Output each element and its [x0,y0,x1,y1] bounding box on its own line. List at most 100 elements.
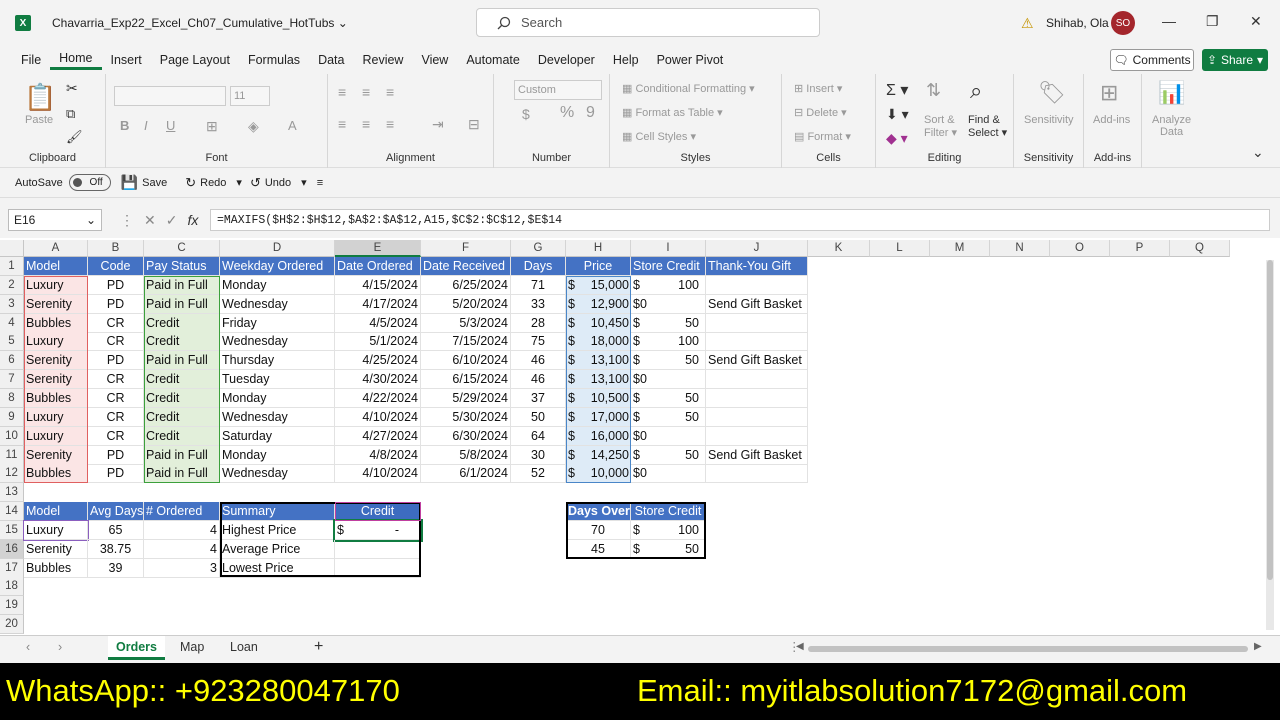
menu-home[interactable]: Home [50,51,102,70]
cell-i1[interactable]: Store Credit [631,257,706,276]
cell-c2[interactable]: Paid in Full [144,275,220,295]
cell-c5[interactable]: Credit [144,332,220,352]
currency-icon[interactable]: $ [522,106,530,122]
column-header-o[interactable]: O [1050,240,1110,257]
row-header-5[interactable]: 5 [0,332,24,352]
row-header-16[interactable]: 16 [0,539,24,559]
cell-j9[interactable] [706,407,808,427]
column-header-d[interactable]: D [220,240,335,257]
cell-d11[interactable]: Monday [220,445,335,465]
minimize-icon[interactable]: — [1162,13,1176,29]
cell-d14[interactable]: Summary [220,502,335,522]
scroll-left-icon[interactable]: ◀ [788,636,812,660]
cell-h16[interactable]: 45 [566,539,631,559]
share-button[interactable]: ⇪ Share ▾ [1202,49,1268,71]
chevron-down-icon[interactable]: ▾ [236,176,242,189]
cell-j7[interactable] [706,370,808,390]
cell-d8[interactable]: Monday [220,388,335,408]
cell-c6[interactable]: Paid in Full [144,351,220,371]
cell-c11[interactable]: Paid in Full [144,445,220,465]
cell-d7[interactable]: Tuesday [220,370,335,390]
column-header-q[interactable]: Q [1170,240,1230,257]
row-header-11[interactable]: 11 [0,445,24,465]
tab-loan[interactable]: Loan [222,636,266,660]
cell-b16[interactable]: 38.75 [88,539,144,559]
cell-g8[interactable]: 37 [511,388,566,408]
column-header-f[interactable]: F [421,240,511,257]
cell-styles-button[interactable]: ▦ Cell Styles ▾ [622,130,696,143]
row-header-13[interactable]: 13 [0,483,24,503]
autosum-icon[interactable]: Σ ▾ [886,80,908,100]
cell-g4[interactable]: 28 [511,313,566,333]
wrap-text-icon[interactable]: ⇥ [432,116,444,133]
chevron-down-icon[interactable]: ▾ [301,176,307,189]
collapse-ribbon-icon[interactable]: ⌄ [1252,144,1264,161]
cell-g3[interactable]: 33 [511,294,566,314]
row-header-1[interactable]: 1 [0,257,24,276]
cell-g5[interactable]: 75 [511,332,566,352]
column-header-e[interactable]: E [335,240,421,257]
cell-e12[interactable]: 4/10/2024 [335,464,421,484]
close-icon[interactable]: ✕ [1250,13,1262,30]
horizontal-scrollbar[interactable] [808,646,1248,652]
cell-a12[interactable]: Bubbles [24,464,88,484]
cell-b5[interactable]: CR [88,332,144,352]
cell-f12[interactable]: 6/1/2024 [421,464,511,484]
cell-d12[interactable]: Wednesday [220,464,335,484]
font-color-icon[interactable]: A [288,118,297,133]
find-icon[interactable]: ⌕ [970,78,982,104]
cell-a3[interactable]: Serenity [24,294,88,314]
align-bottom-icon[interactable]: ≡ [386,84,394,100]
row-header-3[interactable]: 3 [0,294,24,314]
borders-icon[interactable]: ⊞ [206,118,218,135]
cell-c7[interactable]: Credit [144,370,220,390]
warning-icon[interactable]: ⚠ [1021,15,1034,32]
percent-icon[interactable]: % [560,104,574,122]
column-header-b[interactable]: B [88,240,144,257]
menu-help[interactable]: Help [604,53,648,67]
cell-h14[interactable]: Days Over [566,502,631,522]
cell-e7[interactable]: 4/30/2024 [335,370,421,390]
document-title[interactable]: Chavarria_Exp22_Excel_Ch07_Cumulative_Ho… [52,16,348,30]
cell-a1[interactable]: Model [24,257,88,276]
customize-qat-icon[interactable]: ≡ [317,177,323,189]
cell-g11[interactable]: 30 [511,445,566,465]
row-header-15[interactable]: 15 [0,520,24,540]
undo-button[interactable]: Undo [265,177,291,189]
cell-e11[interactable]: 4/8/2024 [335,445,421,465]
cell-j1[interactable]: Thank-You Gift [706,257,808,276]
cell-b1[interactable]: Code [88,257,144,276]
format-cells-button[interactable]: ▤ Format ▾ [794,130,851,143]
cell-d1[interactable]: Weekday Ordered [220,257,335,276]
cell-e2[interactable]: 4/15/2024 [335,275,421,295]
column-header-k[interactable]: K [808,240,870,257]
menu-automate[interactable]: Automate [457,53,529,67]
cell-b8[interactable]: CR [88,388,144,408]
number-format-dropdown[interactable]: Custom [514,80,602,100]
analyze-data-icon[interactable]: 📊 [1158,80,1185,106]
cancel-icon[interactable]: ✕ [144,212,156,229]
cell-e6[interactable]: 4/25/2024 [335,351,421,371]
merge-center-icon[interactable]: ⊟ [468,116,480,133]
menu-insert[interactable]: Insert [102,53,151,67]
format-painter-icon[interactable]: 🖌 [66,129,83,145]
column-header-p[interactable]: P [1110,240,1170,257]
cell-g12[interactable]: 52 [511,464,566,484]
redo-button[interactable]: Redo [200,177,226,189]
cell-b12[interactable]: PD [88,464,144,484]
cell-d15[interactable]: Highest Price [220,520,335,540]
cell-d3[interactable]: Wednesday [220,294,335,314]
cell-e9[interactable]: 4/10/2024 [335,407,421,427]
cell-g1[interactable]: Days [511,257,566,276]
column-header-a[interactable]: A [24,240,88,257]
cell-f7[interactable]: 6/15/2024 [421,370,511,390]
conditional-formatting-button[interactable]: ▦ Conditional Formatting ▾ [622,82,755,95]
cell-a6[interactable]: Serenity [24,351,88,371]
row-header-9[interactable]: 9 [0,407,24,427]
insert-cells-button[interactable]: ⊞ Insert ▾ [794,82,842,95]
copy-icon[interactable]: ⧉ [66,106,75,122]
cell-a9[interactable]: Luxury [24,407,88,427]
cell-a16[interactable]: Serenity [24,539,88,559]
italic-icon[interactable]: I [144,118,148,133]
cell-i14[interactable]: Store Credit [631,502,706,522]
